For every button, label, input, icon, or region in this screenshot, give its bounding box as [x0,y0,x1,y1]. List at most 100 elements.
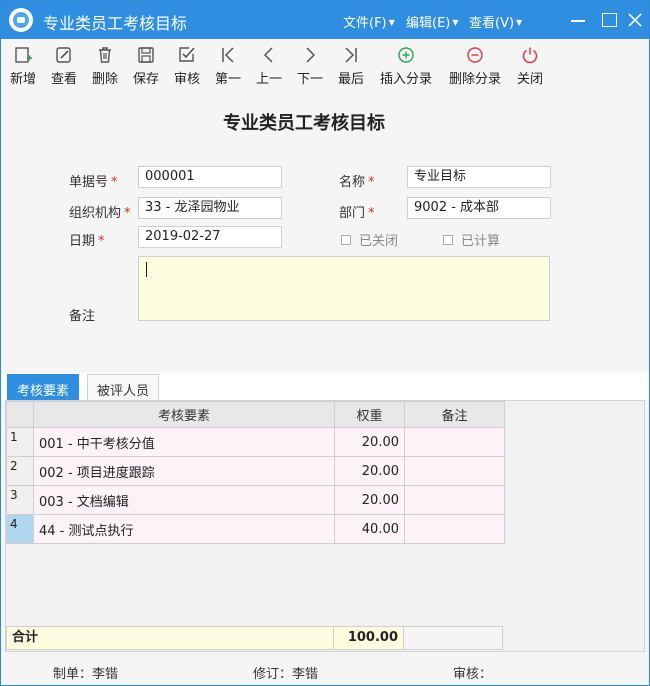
table-row[interactable]: 3 003 - 文档编辑 20.00 [6,485,505,515]
note-cell[interactable] [404,427,505,457]
minus-circle-icon [467,47,483,63]
weight-cell[interactable]: 20.00 [334,456,405,486]
name-label: 名称 * [339,171,375,190]
note-cell[interactable] [404,514,505,544]
table-row[interactable]: 2 002 - 项目进度跟踪 20.00 [6,456,505,486]
org-label-text: 组织机构 [69,206,122,221]
tab-evaluated-persons[interactable]: 被评人员 [87,374,160,400]
element-cell[interactable]: 003 - 文档编辑 [33,485,335,515]
element-cell[interactable]: 002 - 项目进度跟踪 [33,456,335,486]
app-window: 专业类员工考核目标 文件(F) ▼ 编辑(E) ▼ 查看(V) ▼ 新增 查看 删除 … [0,0,650,686]
audit-button[interactable]: 审核 [167,45,207,87]
view-label: 查看 [50,72,77,87]
tab-assessment-elements[interactable]: 考核要素 [7,374,80,400]
insert-entry-label: 插入分录 [379,72,432,87]
calculated-label: 已计算 [461,234,501,249]
plus-circle-icon [398,47,414,63]
checkbox-box [341,235,351,245]
new-label: 新增 [9,72,36,87]
status-footer: 制单：李锴 修订：李锴 审核： [1,653,649,685]
new-doc-icon [15,47,32,63]
menu-edit[interactable]: 编辑(E) ▼ [406,12,459,31]
row-number: 2 [6,456,34,486]
checkbox-box [443,235,453,245]
insert-entry-button[interactable]: 插入分录 [378,45,434,87]
prev-label: 上一 [255,72,282,87]
closed-checkbox[interactable]: 已关闭 [341,230,398,249]
date-label-text: 日期 [69,234,96,249]
next-label: 下一 [296,72,323,87]
toolbar: 新增 查看 删除 保存 审核 第一 上一 下一 最后 插入分录 删除分录 关闭 [1,39,649,91]
trash-icon [99,47,111,63]
required-mark: * [111,175,118,190]
name-field[interactable]: 专业目标 [407,166,551,188]
doc-no-label: 单据号 * [69,171,118,190]
last-button[interactable]: 最后 [331,45,371,87]
close-label: 关闭 [516,72,543,87]
assessment-grid: 考核要素 权重 备注 1 001 - 中干考核分值 20.00 2 002 - … [5,400,645,652]
table-row[interactable]: 1 001 - 中干考核分值 20.00 [6,427,505,457]
calculated-checkbox[interactable]: 已计算 [443,230,500,249]
grid-header-row: 考核要素 权重 备注 [6,401,505,428]
weight-cell[interactable]: 40.00 [334,514,405,544]
remark-textarea[interactable] [138,256,550,321]
table-row[interactable]: 4 44 - 测试点执行 40.00 [6,514,505,544]
element-cell[interactable]: 001 - 中干考核分值 [33,427,335,457]
audit-label: 审核 [173,72,200,87]
row-number: 1 [6,427,34,457]
last-label: 最后 [337,72,364,87]
view-button[interactable]: 查看 [44,45,84,87]
total-label: 合计 [6,626,334,650]
chevron-down-icon: ▼ [452,18,459,27]
element-cell[interactable]: 44 - 测试点执行 [33,514,335,544]
close-button[interactable]: 关闭 [510,45,550,87]
closed-label: 已关闭 [359,234,399,249]
date-label: 日期 * [69,230,105,249]
total-note-cell [403,626,503,650]
org-field[interactable]: 33 - 龙泽园物业 [138,197,282,219]
remark-label: 备注 [69,309,96,324]
delete-entry-button[interactable]: 删除分录 [447,45,503,87]
column-header-note[interactable]: 备注 [404,401,505,428]
title-bar: 专业类员工考核目标 文件(F) ▼ 编辑(E) ▼ 查看(V) ▼ [1,1,649,39]
close-icon [628,13,642,27]
row-number-selected: 4 [6,514,34,544]
delete-button[interactable]: 删除 [85,45,125,87]
app-logo-icon [9,8,33,32]
next-button[interactable]: 下一 [290,45,330,87]
text-cursor [146,262,147,277]
menu-file-label: 文件(F) [343,16,387,31]
auditor-info: 审核： [453,667,493,682]
minimize-button[interactable] [567,9,589,31]
required-mark: * [368,206,375,221]
reviser-info: 修订：李锴 [253,667,319,682]
row-number: 3 [6,485,34,515]
form-title: 专业类员工考核目标 [223,113,385,134]
check-doc-icon [179,47,195,62]
note-cell[interactable] [404,456,505,486]
save-label: 保存 [132,72,159,87]
note-cell[interactable] [404,485,505,515]
org-label: 组织机构 * [69,202,131,221]
date-field[interactable]: 2019-02-27 [138,226,282,248]
chevron-right-icon [306,47,316,63]
column-header-element[interactable]: 考核要素 [33,401,335,428]
first-button[interactable]: 第一 [208,45,248,87]
save-disk-icon [138,47,154,63]
save-button[interactable]: 保存 [126,45,166,87]
weight-cell[interactable]: 20.00 [334,485,405,515]
dept-field[interactable]: 9002 - 成本部 [407,197,551,219]
column-header-weight[interactable]: 权重 [334,401,405,428]
edit-pencil-icon [56,47,71,63]
doc-no-field[interactable]: 000001 [138,166,282,188]
menu-view[interactable]: 查看(V) ▼ [469,12,522,31]
new-button[interactable]: 新增 [3,45,43,87]
menu-file[interactable]: 文件(F) ▼ [343,12,395,31]
chevron-down-icon: ▼ [516,18,523,27]
weight-cell[interactable]: 20.00 [334,427,405,457]
close-window-button[interactable] [624,9,646,31]
prev-button[interactable]: 上一 [249,45,289,87]
maximize-button[interactable] [598,9,620,31]
tab-bar: 考核要素 被评人员 [1,373,649,400]
power-icon [522,47,538,64]
